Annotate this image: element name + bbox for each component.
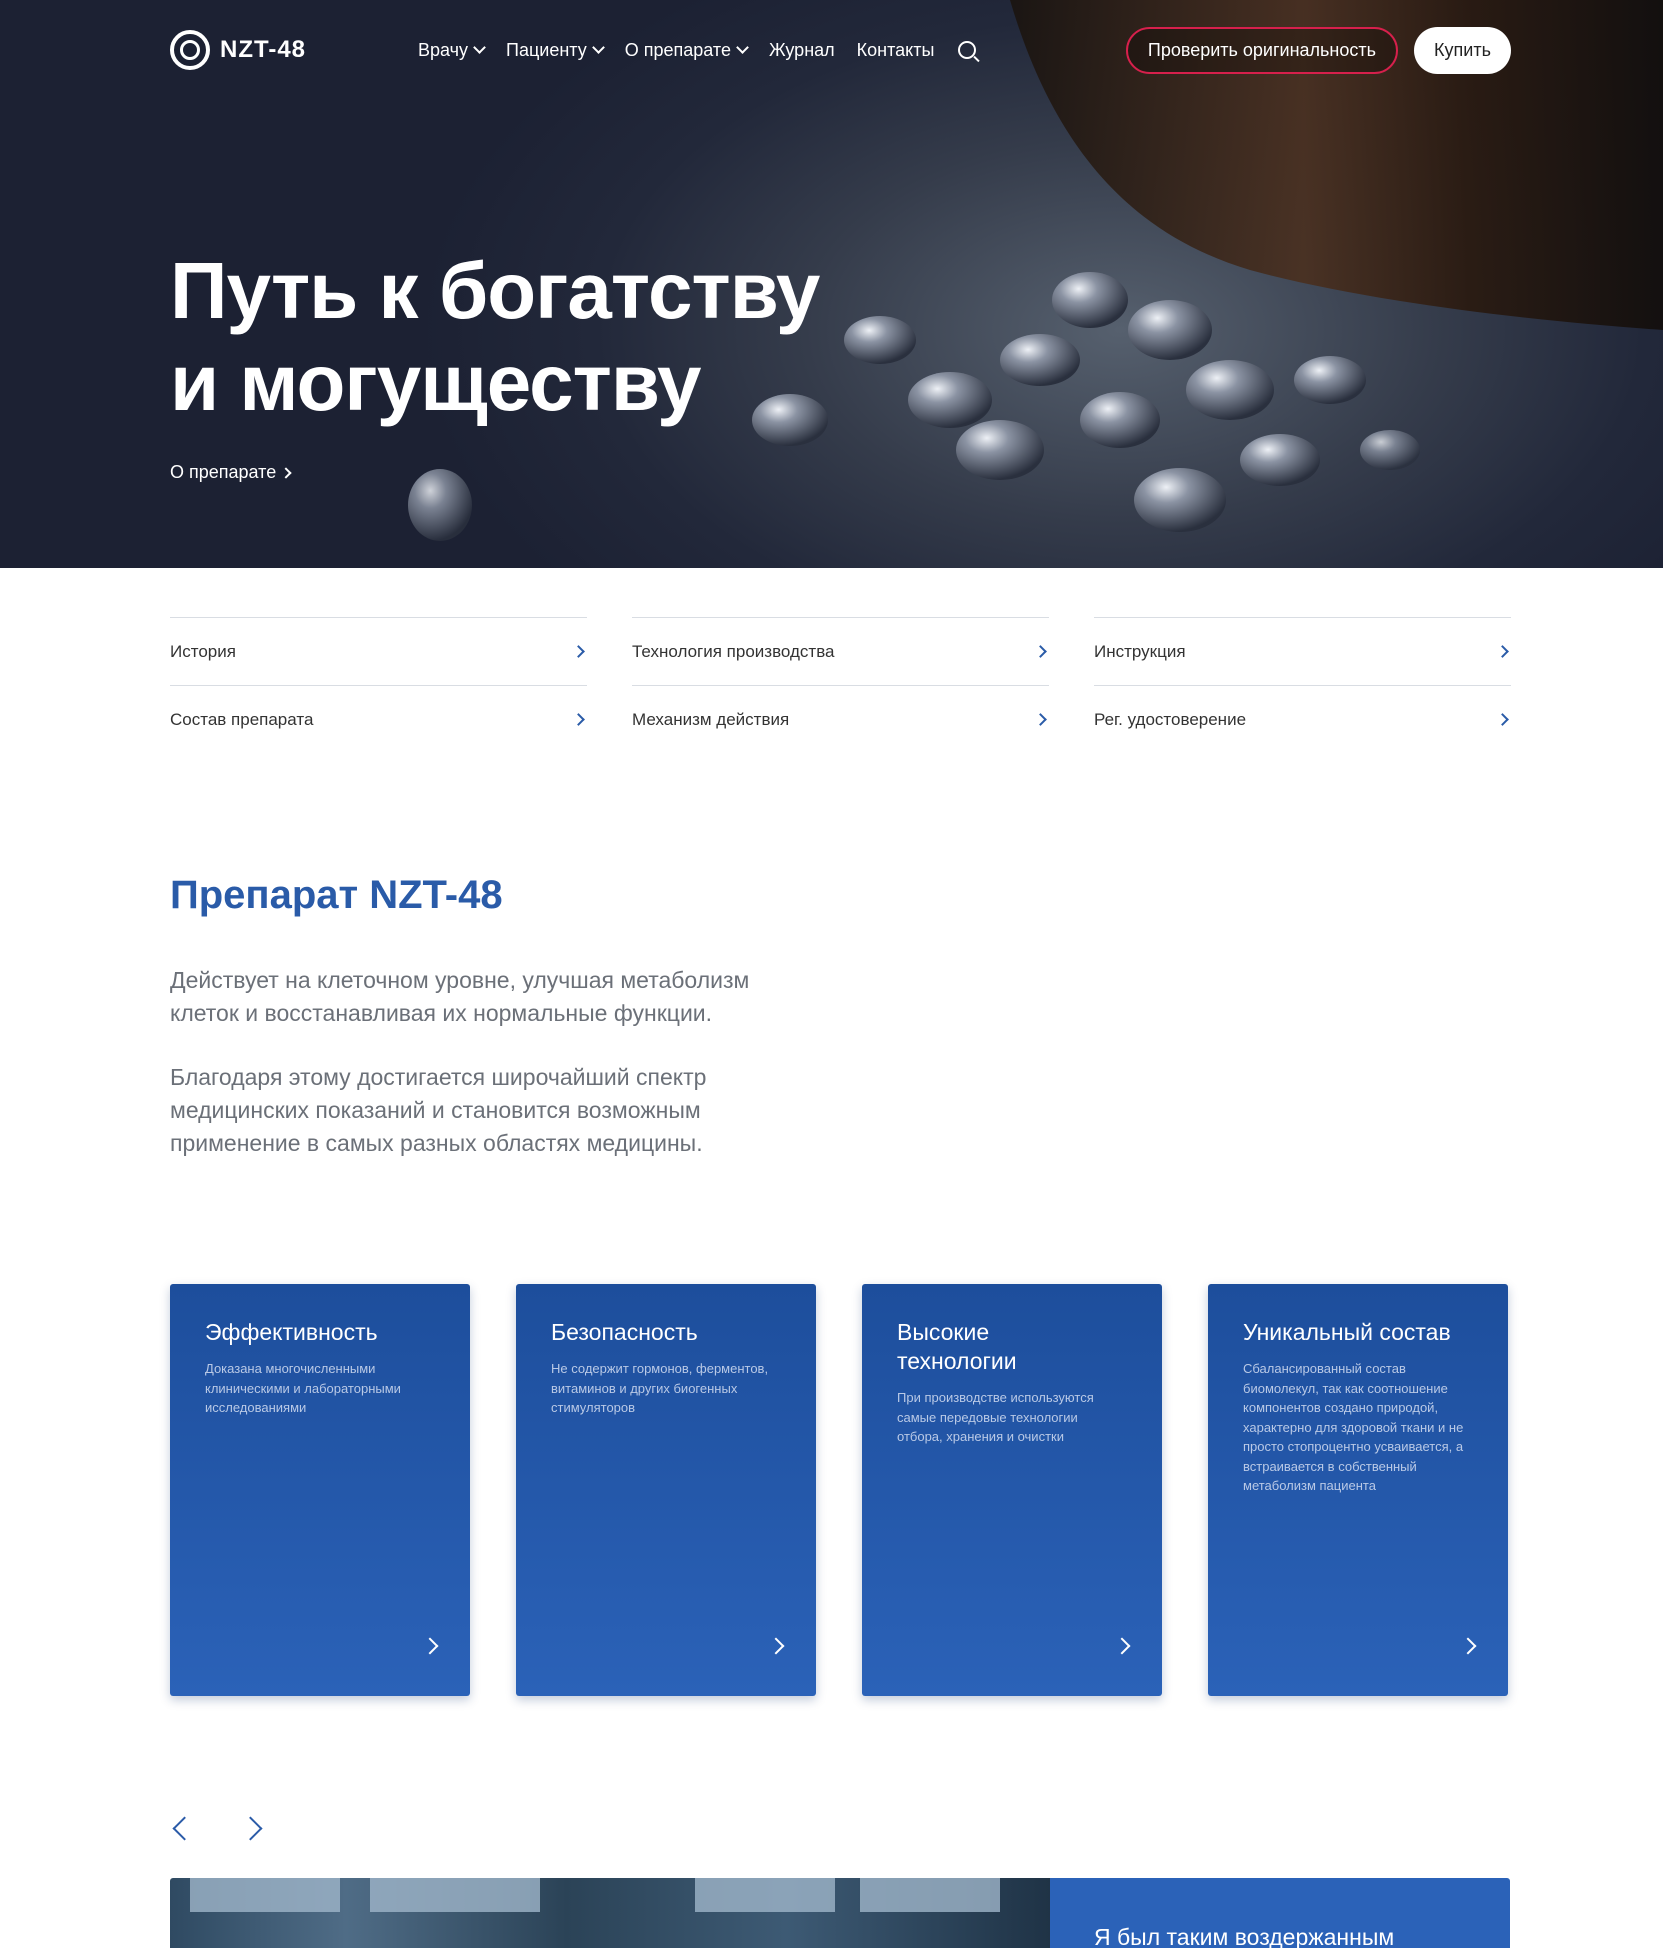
quick-link-mechanism[interactable]: Механизм действия — [632, 685, 1049, 753]
paragraph-line: Благодаря этому достигается широчайший с… — [170, 1064, 707, 1090]
paragraph-line: применение в самых разных областях медиц… — [170, 1130, 703, 1156]
hero-section: NZT-48 Врачу Пациенту О препарате Журнал… — [0, 0, 1663, 568]
about-paragraph-2: Благодаря этому достигается широчайший с… — [170, 1061, 850, 1160]
testimonial-photo — [170, 1878, 1050, 1948]
hero-title-line-1: Путь к богатству — [170, 246, 820, 335]
feature-cards: Эффективность Доказана многочисленными к… — [170, 1284, 1508, 1696]
nav-item-label: Журнал — [768, 39, 835, 60]
quick-link-technology[interactable]: Технология производства — [632, 617, 1049, 685]
nav-item-journal[interactable]: Журнал — [769, 40, 835, 61]
about-drug-link-label: О препарате — [170, 462, 277, 482]
quick-link-label: Рег. удостоверение — [1094, 709, 1247, 729]
quick-link-label: История — [170, 641, 236, 661]
chevron-right-icon — [421, 1637, 439, 1655]
search-icon[interactable] — [958, 41, 977, 59]
testimonial-slide: Я был таким воздержанным — [170, 1878, 1510, 1948]
testimonial-quote: Я был таким воздержанным — [1094, 1924, 1395, 1948]
photo-window — [190, 1878, 340, 1912]
chevron-right-icon — [1459, 1637, 1477, 1655]
main-nav: Врачу Пациенту О препарате Журнал Контак… — [418, 39, 977, 61]
quick-link-label: Инструкция — [1094, 641, 1186, 661]
chevron-right-icon — [1496, 645, 1509, 658]
card-description: При производстве используются самые пере… — [897, 1390, 1094, 1444]
nav-item-label: Контакты — [856, 39, 935, 60]
nav-item-about-drug[interactable]: О препарате — [624, 39, 749, 61]
chevron-right-icon — [572, 645, 585, 658]
chevron-right-icon — [1496, 713, 1509, 726]
nav-item-label: Пациенту — [506, 39, 587, 60]
chevron-left-icon[interactable] — [170, 1814, 192, 1842]
top-navigation-bar: NZT-48 Врачу Пациенту О препарате Журнал… — [170, 26, 1511, 74]
feature-card-effectiveness[interactable]: Эффективность Доказана многочисленными к… — [170, 1284, 470, 1696]
quick-link-instruction[interactable]: Инструкция — [1094, 617, 1511, 685]
card-description: Доказана многочисленными клиническими и … — [205, 1361, 401, 1415]
quick-link-history[interactable]: История — [170, 617, 587, 685]
header-actions: Проверить оригинальность Купить — [1125, 26, 1511, 74]
chevron-right-icon — [1034, 645, 1047, 658]
nav-item-patient[interactable]: Пациенту — [506, 39, 605, 61]
chevron-right-icon — [767, 1637, 785, 1655]
logo-text: NZT-48 — [220, 36, 307, 63]
chevron-right-icon — [1034, 713, 1047, 726]
nav-item-label: О препарате — [624, 39, 731, 60]
section-title: Препарат NZT-48 — [170, 873, 503, 917]
feature-card-composition[interactable]: Уникальный состав Сбалансированный соста… — [1208, 1284, 1508, 1696]
testimonial-quote-panel: Я был таким воздержанным — [1050, 1878, 1510, 1948]
chevron-down-icon — [736, 41, 749, 54]
card-description: Не содержит гормонов, ферментов, витамин… — [551, 1361, 769, 1415]
chevron-right-icon — [572, 713, 585, 726]
paragraph-line: Действует на клеточном уровне, улучшая м… — [170, 967, 750, 993]
photo-window — [860, 1878, 1000, 1912]
chevron-down-icon — [473, 41, 486, 54]
hero-title-line-2: и могуществу — [170, 338, 701, 427]
quick-link-composition[interactable]: Состав препарата — [170, 685, 587, 753]
nav-item-doctor[interactable]: Врачу — [418, 39, 486, 61]
quick-link-registration[interactable]: Рег. удостоверение — [1094, 685, 1511, 753]
chevron-right-icon — [280, 466, 292, 479]
hero-title: Путь к богатству и могуществу — [170, 245, 820, 429]
card-title: Эффективность — [205, 1319, 378, 1345]
slider-controls — [170, 1814, 264, 1842]
card-title: Высокие технологии — [897, 1319, 1017, 1374]
logo[interactable]: NZT-48 — [170, 30, 306, 70]
photo-window — [695, 1878, 835, 1912]
buy-button[interactable]: Купить — [1414, 26, 1511, 74]
card-title: Безопасность — [551, 1319, 698, 1345]
nav-item-contacts[interactable]: Контакты — [857, 40, 935, 61]
card-description: Сбалансированный состав биомолекул, так … — [1243, 1361, 1464, 1493]
quick-link-label: Технология производства — [632, 641, 835, 661]
paragraph-line: клеток и восстанавливая их нормальные фу… — [170, 1000, 713, 1026]
quick-links: История Технология производства Инструкц… — [170, 617, 1511, 753]
chevron-right-icon[interactable] — [242, 1814, 264, 1842]
chevron-down-icon — [591, 41, 605, 54]
about-drug-link[interactable]: О препарате — [170, 462, 292, 483]
chevron-right-icon — [1113, 1637, 1131, 1655]
photo-window — [370, 1878, 540, 1912]
quick-link-label: Механизм действия — [632, 709, 790, 729]
card-title: Уникальный состав — [1243, 1319, 1451, 1345]
quick-link-label: Состав препарата — [170, 709, 314, 729]
feature-card-technology[interactable]: Высокие технологии При производстве испо… — [862, 1284, 1162, 1696]
nav-item-label: Врачу — [418, 39, 469, 60]
feature-card-safety[interactable]: Безопасность Не содержит гормонов, ферме… — [516, 1284, 816, 1696]
logo-mark-icon — [170, 30, 210, 70]
about-paragraph-1: Действует на клеточном уровне, улучшая м… — [170, 964, 850, 1030]
check-originality-button[interactable]: Проверить оригинальность — [1125, 26, 1398, 74]
paragraph-line: медицинских показаний и становится возмо… — [170, 1097, 701, 1123]
